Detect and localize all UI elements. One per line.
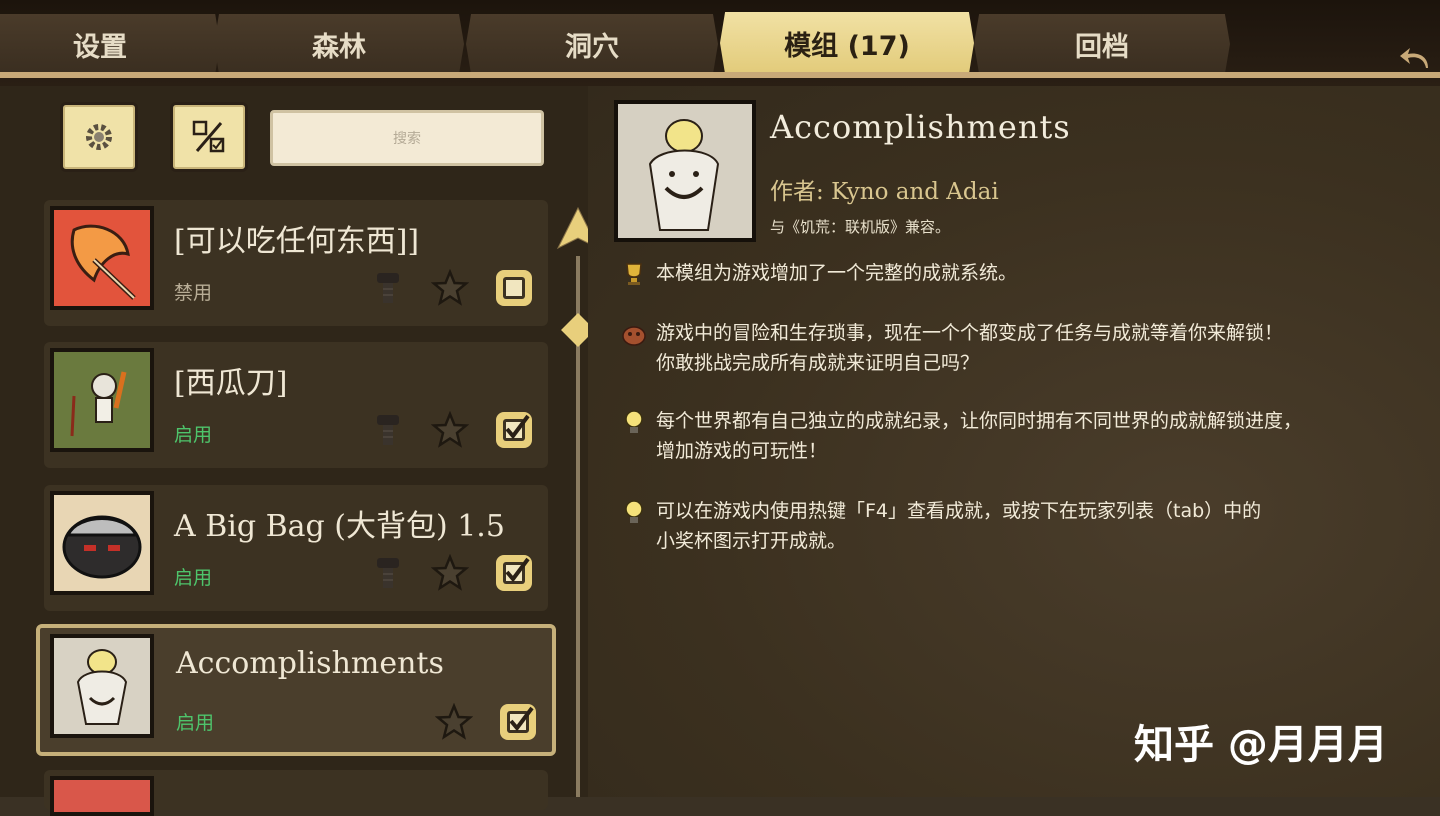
detail-author: 作者: Kyno and Adai: [770, 172, 999, 206]
back-arrow-icon[interactable]: [1398, 44, 1432, 74]
mod-title: A Big Bag (大背包) 1.5: [174, 509, 505, 544]
watermark: 知乎 @月月月: [1134, 722, 1388, 768]
mod-status: 启用: [176, 712, 215, 734]
search-input[interactable]: 搜索: [270, 110, 544, 166]
leaf-icon: [70, 224, 136, 300]
trophy-character-icon: [76, 649, 128, 725]
tab-bar: 设置 森林 洞穴 模组 (17) 回档: [0, 0, 1440, 86]
configure-button[interactable]: [366, 551, 410, 595]
star-icon: [431, 554, 469, 591]
enable-checkbox[interactable]: [492, 408, 536, 452]
mod-thumbnail: [50, 348, 154, 452]
mod-list-item[interactable]: [44, 770, 548, 816]
mod-title: Accomplishments: [176, 646, 444, 681]
bag-icon: [62, 515, 142, 579]
search-placeholder: 搜索: [393, 131, 421, 147]
mod-thumbnail: [50, 776, 154, 816]
configure-button[interactable]: [366, 266, 410, 310]
checkbox-checked-icon: [496, 412, 532, 448]
favorite-button[interactable]: [428, 551, 472, 595]
tab-forest[interactable]: 森林: [214, 14, 464, 74]
checkbox-checked-icon: [496, 555, 532, 591]
backpack-icon: [622, 326, 646, 346]
author-label: 作者:: [770, 179, 824, 205]
detail-compatibility: 与《饥荒：联机版》兼容。: [770, 218, 951, 236]
mod-thumbnail: [50, 634, 154, 738]
checkbox-checked-icon: [500, 704, 536, 740]
bullet-text: 本模组为游戏增加了一个完整的成就系统。: [656, 262, 1018, 284]
wrench-icon: [377, 415, 399, 445]
tab-mods[interactable]: 模组 (17): [720, 12, 974, 74]
wrench-icon: [377, 558, 399, 588]
mod-title: [西瓜刀]: [174, 366, 288, 401]
mod-status: 禁用: [174, 282, 213, 304]
favorite-button[interactable]: [428, 408, 472, 452]
trophy-character-icon: [648, 119, 720, 231]
star-icon: [435, 703, 473, 740]
mod-status: 启用: [174, 424, 213, 446]
lightbulb-icon: [625, 500, 643, 523]
tab-settings[interactable]: 设置: [0, 14, 220, 74]
mod-thumbnail: [50, 491, 154, 595]
mod-status: 启用: [174, 567, 213, 589]
toggle-all-button[interactable]: [170, 102, 248, 172]
favorite-button[interactable]: [428, 266, 472, 310]
checkbox-unchecked-icon: [496, 270, 532, 306]
mod-detail-thumbnail: [614, 100, 756, 242]
tab-label: 森林: [312, 31, 366, 63]
mod-list-item[interactable]: [可以吃任何东西]] 禁用: [44, 200, 548, 326]
tab-label: 洞穴: [565, 31, 619, 63]
mod-title: [可以吃任何东西]]: [174, 224, 420, 259]
wrench-icon: [377, 273, 399, 303]
mod-thumbnail: [50, 206, 154, 310]
configure-button[interactable]: [366, 408, 410, 452]
enable-checkbox[interactable]: [496, 700, 540, 744]
tab-label: 回档: [1075, 31, 1129, 63]
lightbulb-icon: [625, 410, 643, 433]
tab-rollback[interactable]: 回档: [974, 14, 1230, 74]
gear-icon: [86, 124, 112, 150]
favorite-button[interactable]: [432, 700, 476, 744]
bullet-text: 可以在游戏内使用热键「F4」查看成就，或按下在玩家列表（tab）中的 小奖杯图示…: [656, 500, 1262, 552]
mod-list-item[interactable]: [西瓜刀] 启用: [44, 342, 548, 468]
star-icon: [431, 269, 469, 306]
enable-checkbox[interactable]: [492, 266, 536, 310]
mod-settings-button[interactable]: [60, 102, 138, 172]
trophy-icon: [626, 263, 642, 285]
mod-list-item[interactable]: A Big Bag (大背包) 1.5 启用: [44, 485, 548, 611]
tab-label: 设置: [73, 31, 127, 63]
detail-title: Accomplishments: [770, 108, 1071, 146]
mod-list-item-selected[interactable]: Accomplishments 启用: [36, 624, 556, 756]
bullet-text: 每个世界都有自己独立的成就纪录，让你同时拥有不同世界的成就解锁进度， 增加游戏的…: [656, 410, 1303, 462]
toggle-all-icon: [192, 120, 225, 153]
tab-underline: [0, 72, 1440, 78]
star-icon: [431, 411, 469, 448]
character-sword-icon: [70, 371, 127, 437]
bullet-text: 游戏中的冒险和生存琐事，现在一个个都变成了任务与成就等着你来解锁！ 你敢挑战完成…: [656, 322, 1284, 374]
enable-checkbox[interactable]: [492, 551, 536, 595]
tab-caves[interactable]: 洞穴: [466, 14, 718, 74]
author-name: Kyno and Adai: [831, 179, 999, 205]
tab-label: 模组 (17): [784, 30, 910, 62]
